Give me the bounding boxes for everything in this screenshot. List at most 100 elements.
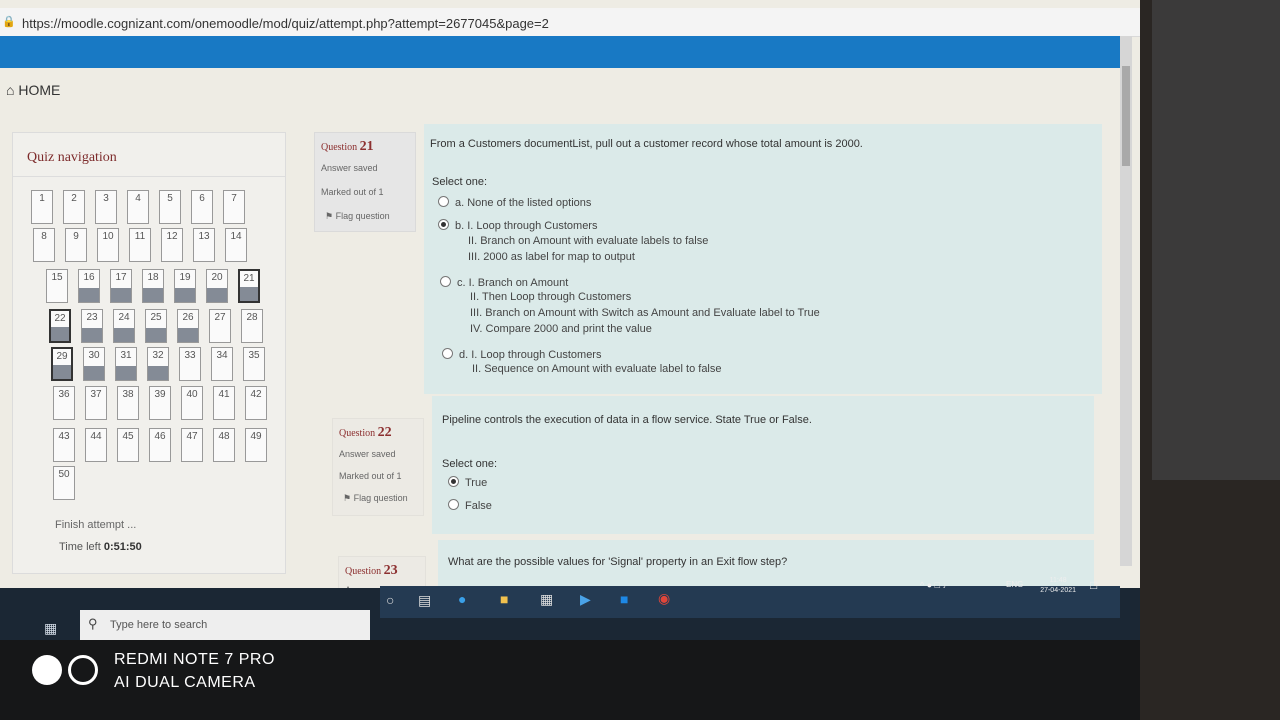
question-nav-button[interactable]: 27 [209,309,231,343]
question-nav-button[interactable]: 3 [95,190,117,224]
question-nav-button[interactable]: 12 [161,228,183,262]
question-21-flag[interactable]: ⚑ Flag question [325,211,390,222]
question-nav-button[interactable]: 29 [51,347,73,381]
question-22-status: Answer saved [339,449,396,459]
question-nav-button[interactable]: 48 [213,428,235,462]
scrollbar-thumb[interactable] [1122,66,1130,166]
question-nav-button[interactable]: 6 [191,190,213,224]
quiz-navigation-panel: Quiz navigation 1 2 3 4 5 6 7 8 9 10 11 12 13 14 15 16 1… [12,132,286,574]
question-nav-button[interactable]: 32 [147,347,169,381]
question-22-text: Pipeline controls the execution of data … [442,414,812,426]
question-nav-button[interactable]: 47 [181,428,203,462]
question-nav-button[interactable]: 8 [33,228,55,262]
question-nav-button[interactable]: 21 [238,269,260,303]
store-icon[interactable]: ▦ [540,591,553,608]
search-placeholder[interactable]: Type here to search [110,619,207,631]
question-nav-button[interactable]: 40 [181,386,203,420]
question-nav-button[interactable]: 30 [83,347,105,381]
question-22-option-false[interactable]: False [448,499,492,512]
radio-icon[interactable] [442,348,453,359]
question-21-option-c-line2: II. Then Loop through Customers [470,291,632,303]
radio-icon[interactable] [440,276,451,287]
question-nav-button[interactable]: 42 [245,386,267,420]
question-nav-button[interactable]: 16 [78,269,100,303]
question-nav-button[interactable]: 36 [53,386,75,420]
question-nav-button[interactable]: 26 [177,309,199,343]
question-nav-button[interactable]: 38 [117,386,139,420]
question-22-info: Question 22 Answer saved Marked out of 1… [332,418,424,516]
cortana-icon[interactable]: ○ [386,592,394,608]
task-view-icon[interactable]: ▤ [418,592,431,609]
question-nav-button[interactable]: 49 [245,428,267,462]
question-nav-button[interactable]: 46 [149,428,171,462]
home-link[interactable]: ⌂ HOME [6,82,60,98]
notification-icon[interactable]: □ [1090,578,1097,592]
question-nav-button[interactable]: 28 [241,309,263,343]
question-nav-button[interactable]: 2 [63,190,85,224]
question-nav-button[interactable]: 7 [223,190,245,224]
question-21-option-c-line3: III. Branch on Amount with Switch as Amo… [470,307,820,319]
taskbar-clock[interactable]: 11:48 27-04-2021 [1040,576,1076,596]
chrome-icon[interactable]: ◉ [658,590,670,607]
question-nav-button[interactable]: 41 [213,386,235,420]
home-label: HOME [18,82,61,98]
question-nav-button[interactable]: 33 [179,347,201,381]
question-nav-button[interactable]: 1 [31,190,53,224]
time-left: Time left 0:51:50 [59,541,142,553]
file-explorer-icon[interactable]: ■ [500,591,508,607]
taskbar-app-strip: ○ ▤ ● ■ ▦ ▶ ■ ◉ ^ ● □ ♩ ENG □ [380,578,1120,618]
question-21-option-b[interactable]: b. I. Loop through Customers [438,219,597,232]
question-21-option-c[interactable]: c. I. Branch on Amount [440,276,568,289]
question-nav-button[interactable]: 22 [49,309,71,343]
question-nav-button[interactable]: 4 [127,190,149,224]
address-bar[interactable]: 🔒 https://moodle.cognizant.com/onemoodle… [0,8,1140,37]
question-nav-button[interactable]: 11 [129,228,151,262]
question-nav-button[interactable]: 25 [145,309,167,343]
question-nav-button[interactable]: 24 [113,309,135,343]
question-nav-button[interactable]: 34 [211,347,233,381]
question-21-option-a[interactable]: a. None of the listed options [438,196,591,209]
system-tray-icons[interactable]: ^ ● □ ♩ [920,580,952,590]
question-nav-button[interactable]: 44 [85,428,107,462]
radio-icon[interactable] [448,499,459,510]
radio-selected-icon[interactable] [448,476,459,487]
question-22-flag[interactable]: ⚑ Flag question [343,493,408,504]
outlook-icon[interactable]: ■ [620,591,628,607]
question-nav-button[interactable]: 18 [142,269,164,303]
page-scrollbar[interactable] [1120,36,1132,566]
radio-selected-icon[interactable] [438,219,449,230]
windows-start-icon[interactable]: ▦ [44,620,57,637]
language-indicator[interactable]: ENG [1006,580,1023,589]
question-nav-button[interactable]: 5 [159,190,181,224]
app-icon[interactable]: ▶ [580,591,591,608]
time-left-value: 0:51:50 [103,541,142,553]
question-nav-button[interactable]: 45 [117,428,139,462]
question-22-select-label: Select one: [442,458,498,470]
lock-icon: 🔒 [2,16,16,28]
question-nav-button[interactable]: 23 [81,309,103,343]
question-nav-button[interactable]: 15 [46,269,68,303]
taskbar-search[interactable]: ⚲ Type here to search [80,610,370,640]
question-21-option-b-line2: II. Branch on Amount with evaluate label… [468,235,709,247]
question-nav-button[interactable]: 20 [206,269,228,303]
question-nav-button[interactable]: 31 [115,347,137,381]
radio-icon[interactable] [438,196,449,207]
question-nav-button[interactable]: 14 [225,228,247,262]
question-nav-button[interactable]: 13 [193,228,215,262]
camera-watermark-logo-ring [68,655,98,685]
question-nav-button[interactable]: 10 [97,228,119,262]
question-nav-button[interactable]: 43 [53,428,75,462]
question-21-option-d[interactable]: d. I. Loop through Customers [442,348,601,361]
question-nav-button[interactable]: 39 [149,386,171,420]
question-21-option-d-line2: II. Sequence on Amount with evaluate lab… [472,363,722,375]
question-nav-button[interactable]: 35 [243,347,265,381]
url-text[interactable]: https://moodle.cognizant.com/onemoodle/m… [22,16,549,31]
finish-attempt-link[interactable]: Finish attempt ... [55,519,136,531]
question-nav-button[interactable]: 37 [85,386,107,420]
question-nav-button[interactable]: 9 [65,228,87,262]
question-nav-button[interactable]: 17 [110,269,132,303]
question-22-option-true[interactable]: True [448,476,487,489]
question-nav-button[interactable]: 50 [53,466,75,500]
edge-icon[interactable]: ● [458,591,466,607]
question-nav-button[interactable]: 19 [174,269,196,303]
